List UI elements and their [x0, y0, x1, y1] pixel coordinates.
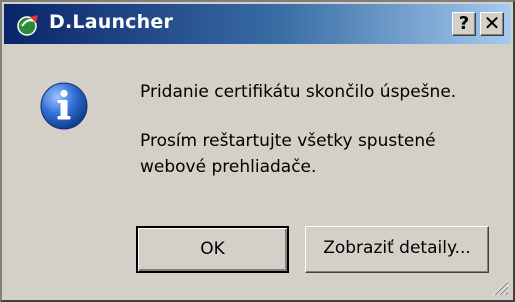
- message-line-1: Pridanie certifikátu skončilo úspešne.: [140, 82, 457, 102]
- help-button[interactable]: ?: [452, 12, 476, 36]
- message-dialog: D.Launcher ? ✕ Pridanie certifikátu skon…: [0, 0, 515, 302]
- info-icon: [40, 82, 88, 130]
- close-icon: ✕: [483, 11, 501, 35]
- message-line-3: webové prehliadače.: [140, 157, 317, 177]
- message-line-2: Prosím reštartujte všetky spustené: [140, 131, 436, 151]
- help-icon: ?: [458, 13, 470, 34]
- ok-button[interactable]: OK: [136, 226, 289, 273]
- title-bar[interactable]: D.Launcher ? ✕: [4, 4, 511, 44]
- window-title: D.Launcher: [49, 11, 174, 33]
- show-details-button[interactable]: Zobraziť detaily...: [305, 226, 489, 273]
- resize-grip-icon[interactable]: [491, 278, 509, 296]
- app-icon: [17, 15, 38, 36]
- close-button[interactable]: ✕: [480, 12, 504, 36]
